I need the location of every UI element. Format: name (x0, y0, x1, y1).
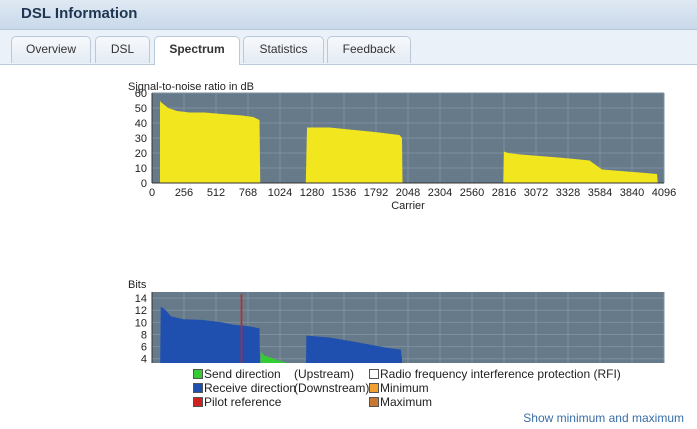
y-tick-label: 0 (141, 178, 147, 190)
legend-downstream: (Downstream) (294, 381, 370, 395)
y-tick-label: 14 (135, 293, 147, 305)
y-tick-label: 40 (135, 118, 147, 130)
x-tick-label: 2304 (428, 187, 452, 199)
tab-bar: Overview DSL Spectrum Statistics Feedbac… (0, 30, 697, 65)
y-tick-label: 30 (135, 133, 147, 145)
window-title: DSL Information (21, 5, 138, 22)
tab-dsl[interactable]: DSL (95, 36, 150, 63)
tab-statistics[interactable]: Statistics (243, 36, 324, 63)
legend-pilot-label: Pilot reference (204, 395, 282, 409)
legend-receive-label: Receive direction (204, 381, 297, 395)
rfi-swatch (369, 369, 379, 379)
y-tick-label: 20 (135, 148, 147, 160)
x-tick-label: 3328 (556, 187, 580, 199)
send-swatch (193, 369, 203, 379)
snr-chart: Signal-to-noise ratio in dB0102030405060… (128, 81, 676, 212)
legend-receive: Receive direction (193, 381, 296, 395)
tab-feedback[interactable]: Feedback (327, 36, 411, 63)
x-tick-label: 1280 (300, 187, 324, 199)
y-tick-label: 50 (135, 103, 147, 115)
y-tick-label: 60 (135, 88, 147, 100)
y-tick-label: 10 (135, 317, 147, 329)
y-tick-label: 8 (141, 329, 147, 341)
x-tick-label: 768 (239, 187, 257, 199)
spectrum-panel: Signal-to-noise ratio in dB 0 10 20 30 40 50 60… (0, 65, 697, 429)
legend-minimum: Minimum (369, 381, 429, 395)
legend-minimum-label: Minimum (380, 381, 429, 395)
y-tick-label: 12 (135, 305, 147, 317)
x-tick-label: 1792 (364, 187, 388, 199)
x-tick-label: 1024 (268, 187, 292, 199)
x-tick-label: 512 (207, 187, 225, 199)
x-tick-label: 256 (175, 187, 193, 199)
x-tick-label: 3072 (524, 187, 548, 199)
pilot-swatch (193, 397, 203, 407)
x-tick-label: 0 (149, 187, 155, 199)
y-tick-label: 4 (141, 354, 147, 363)
maximum-swatch (369, 397, 379, 407)
legend-maximum-label: Maximum (380, 395, 433, 409)
show-min-max-link[interactable]: Show minimum and maximum (523, 411, 684, 425)
legend-pilot: Pilot reference (193, 395, 281, 409)
x-tick-label: 2560 (460, 187, 484, 199)
bits-chart: Bits024681012140256512768102412801536179… (128, 279, 665, 363)
x-tick-label: 3584 (588, 187, 612, 199)
y-tick-label: 10 (135, 163, 147, 175)
legend-send: Send direction (193, 367, 281, 381)
x-tick-label: 2048 (396, 187, 420, 199)
x-tick-label: 3840 (620, 187, 644, 199)
chart-title: Bits (128, 279, 147, 291)
series-area-snr (305, 127, 403, 183)
receive-swatch (193, 383, 203, 393)
y-tick-label: 6 (141, 342, 147, 354)
legend-rfi-label: Radio frequency interference protection … (380, 367, 621, 381)
x-tick-label: 2816 (492, 187, 516, 199)
window-title-bar: DSL Information (0, 0, 697, 30)
x-tick-label: 4096 (652, 187, 676, 199)
x-tick-label: 1536 (332, 187, 356, 199)
legend-rfi: Radio frequency interference protection … (369, 367, 621, 381)
legend-maximum: Maximum (369, 395, 432, 409)
tab-spectrum[interactable]: Spectrum (154, 36, 240, 65)
legend-send-label: Send direction (204, 367, 281, 381)
legend-upstream: (Upstream) (294, 367, 355, 381)
minimum-swatch (369, 383, 379, 393)
tab-overview[interactable]: Overview (11, 36, 91, 63)
